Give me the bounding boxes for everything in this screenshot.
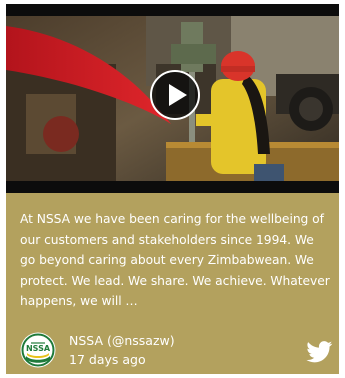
tweet-card: At NSSA we have been caring for the well…: [6, 4, 339, 374]
twitter-bird-icon[interactable]: [306, 341, 333, 363]
play-icon: [169, 84, 187, 106]
video-thumbnail[interactable]: [6, 4, 339, 193]
tweet-text: At NSSA we have been caring for the well…: [20, 212, 330, 308]
nssa-logo-icon: NSSA: [20, 332, 56, 368]
post-timestamp[interactable]: 17 days ago: [69, 352, 146, 368]
play-button[interactable]: [150, 70, 200, 120]
account-name[interactable]: NSSA (@nssazw): [69, 333, 175, 349]
avatar[interactable]: NSSA: [20, 332, 56, 368]
avatar-logo-text: NSSA: [26, 344, 51, 353]
